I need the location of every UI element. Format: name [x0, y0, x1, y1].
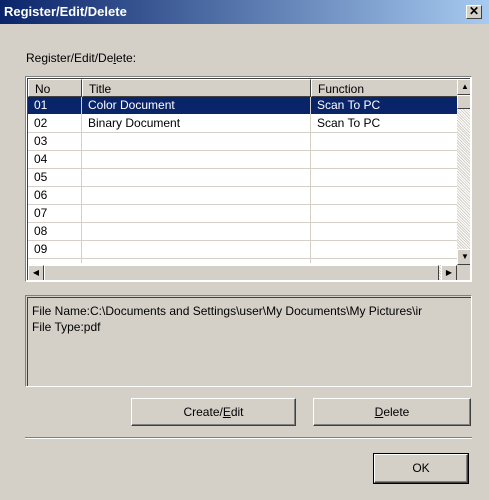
cell-function: [311, 187, 458, 204]
arrow-down-icon: ▼: [461, 252, 469, 261]
column-gridline: [81, 97, 82, 263]
cell-no: 06: [34, 188, 48, 202]
close-icon: ✕: [468, 4, 480, 18]
cell-function: [311, 205, 458, 222]
file-type-text: File Type:pdf: [32, 320, 101, 334]
vertical-scroll-thumb[interactable]: [457, 95, 470, 109]
cell-function: [311, 223, 458, 240]
scroll-left-button[interactable]: ◀: [28, 265, 44, 280]
cell-no: 07: [34, 206, 48, 220]
list-header: No Title Function: [28, 79, 458, 97]
scroll-up-button[interactable]: ▲: [457, 79, 470, 95]
cell-title: [82, 169, 311, 186]
column-header-function[interactable]: Function: [311, 79, 458, 97]
cell-title: [82, 151, 311, 168]
cell-no: 01: [34, 98, 48, 112]
scroll-right-button[interactable]: ▶: [441, 265, 457, 280]
cell-no: 03: [34, 134, 48, 148]
cell-function: [311, 151, 458, 168]
delete-button[interactable]: Delete: [313, 398, 471, 426]
table-row[interactable]: 07: [28, 205, 458, 222]
cell-title: [82, 133, 311, 150]
cell-title: Binary Document: [88, 116, 181, 130]
scroll-down-button[interactable]: ▼: [457, 249, 470, 265]
window-title: Register/Edit/Delete: [4, 4, 127, 19]
cell-title: Color Document: [88, 98, 175, 112]
close-button[interactable]: ✕: [466, 5, 482, 19]
arrow-right-icon: ▶: [445, 268, 453, 277]
cell-no: 09: [34, 242, 48, 256]
cell-no: 08: [34, 224, 48, 238]
table-row[interactable]: 05: [28, 169, 458, 186]
cell-function: [311, 241, 458, 258]
cell-function: [311, 169, 458, 186]
title-bar[interactable]: Register/Edit/Delete ✕: [0, 0, 489, 24]
ok-button-frame: OK: [373, 453, 469, 484]
vertical-scrollbar[interactable]: ▲ ▼: [457, 79, 470, 265]
row-gridline: [28, 258, 458, 259]
table-row[interactable]: 02 Binary Document Scan To PC: [28, 115, 458, 132]
list-group-label: Register/Edit/Delete:: [26, 51, 137, 65]
table-row[interactable]: 08: [28, 223, 458, 240]
column-header-no[interactable]: No: [28, 79, 82, 97]
table-row[interactable]: 04: [28, 151, 458, 168]
create-edit-button[interactable]: Create/Edit: [131, 398, 296, 426]
arrow-up-icon: ▲: [461, 82, 469, 91]
scrollbar-corner: [457, 265, 470, 280]
horizontal-scrollbar[interactable]: ◀ ▶: [28, 265, 457, 280]
file-info-box: File Name:C:\Documents and Settings\user…: [25, 295, 472, 387]
cell-title: [82, 205, 311, 222]
cell-title: [82, 241, 311, 258]
table-row[interactable]: 03: [28, 133, 458, 150]
register-list[interactable]: No Title Function 01 Color Document Scan T…: [25, 76, 472, 282]
table-row[interactable]: 09: [28, 241, 458, 258]
cell-no: 05: [34, 170, 48, 184]
cell-title: [82, 187, 311, 204]
cell-no: 04: [34, 152, 48, 166]
cell-function: Scan To PC: [317, 98, 381, 112]
cell-function: Scan To PC: [317, 116, 381, 130]
table-row[interactable]: 06: [28, 187, 458, 204]
cell-title: [82, 223, 311, 240]
column-header-title[interactable]: Title: [82, 79, 311, 97]
column-gridline: [310, 97, 311, 263]
ok-button[interactable]: OK: [374, 454, 468, 483]
cell-no: 02: [34, 116, 48, 130]
horizontal-scroll-thumb[interactable]: [44, 265, 439, 280]
table-row[interactable]: 01 Color Document Scan To PC: [28, 97, 458, 114]
file-name-text: File Name:C:\Documents and Settings\user…: [32, 304, 423, 318]
arrow-left-icon: ◀: [32, 268, 40, 277]
register-edit-delete-dialog: Register/Edit/Delete ✕ Register/Edit/Del…: [0, 0, 489, 500]
cell-function: [311, 133, 458, 150]
